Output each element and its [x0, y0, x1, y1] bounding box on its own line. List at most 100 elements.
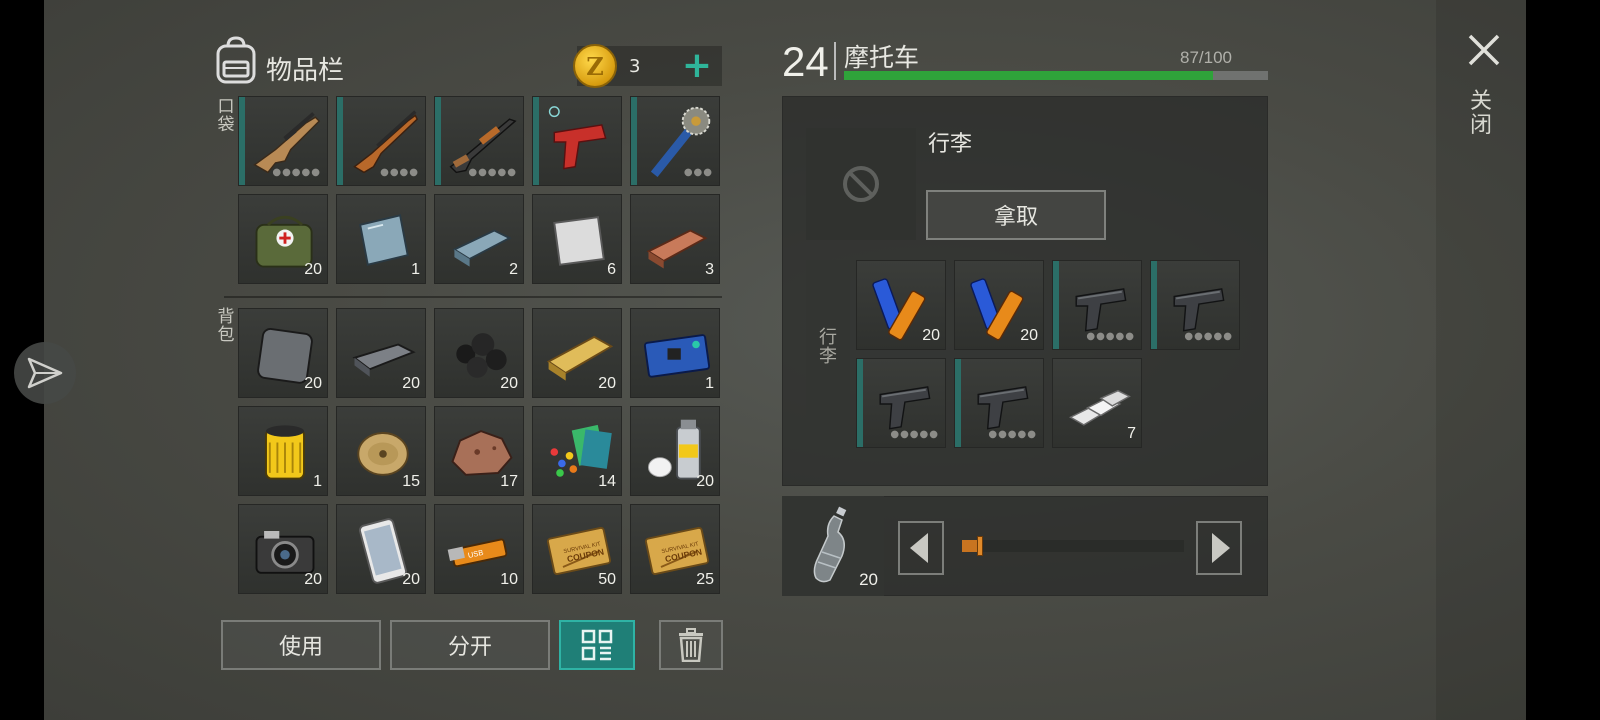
inventory-header: 物品栏 Z 3 +: [210, 34, 722, 90]
pocket-label: 口袋: [217, 97, 235, 135]
glass-sheet-icon: [359, 214, 409, 266]
pocket-slot-flare-gun[interactable]: [532, 96, 622, 186]
arrow-right-icon: [1196, 521, 1242, 575]
pocket-slot-copper-ingot[interactable]: 3: [630, 194, 720, 284]
take-button[interactable]: 拿取: [926, 190, 1106, 240]
cargo-slot-pistol[interactable]: ●●●●●: [954, 358, 1044, 448]
arrow-left-icon: [898, 521, 944, 575]
backpack-slot-smartphone[interactable]: 20: [336, 504, 426, 594]
aluminum-sheet-icon: [553, 216, 605, 266]
item-count: 20: [304, 261, 322, 278]
durability-bar-indicator: [337, 97, 343, 185]
item-count: 20: [922, 327, 940, 344]
backpack-slot-spray-paint[interactable]: 20: [630, 406, 720, 496]
pocket-slot-aluminum-sheet[interactable]: 6: [532, 194, 622, 284]
item-count: 7: [1127, 425, 1136, 442]
slider-handle[interactable]: [976, 536, 983, 556]
backpack-slot-oil-filter[interactable]: 1: [238, 406, 328, 496]
backpack-slot-iron-plate[interactable]: 20: [238, 308, 328, 398]
cargo-slot-pistol[interactable]: ●●●●●: [856, 358, 946, 448]
coin-count: 3: [629, 56, 641, 77]
durability-bar-indicator: [435, 97, 441, 185]
luggage-title: 行李: [928, 132, 973, 157]
durability-text: 87/100: [1180, 48, 1232, 67]
cargo-slot-silver-bars[interactable]: 7: [1052, 358, 1142, 448]
item-count: 6: [607, 261, 616, 278]
close-label[interactable]: 关闭: [1468, 90, 1494, 138]
durability-bar-indicator: [239, 97, 245, 185]
section-divider: [224, 296, 722, 298]
backpack-slot-survival-coupon[interactable]: SURVIVAL KIT COUPON 25: [630, 504, 720, 594]
durability-bar-indicator: [857, 359, 863, 447]
decrease-arrow-button[interactable]: [898, 521, 944, 575]
coin-icon: Z: [573, 44, 617, 88]
item-count: 20: [304, 571, 322, 588]
backpack-slot-camera[interactable]: 20: [238, 504, 328, 594]
circuit-board-icon: [643, 334, 711, 378]
vehicle-name: 摩托车: [844, 43, 920, 72]
level-separator: [834, 42, 836, 80]
pocket-slot-glass-sheet[interactable]: 1: [336, 194, 426, 284]
water-bottle-slot[interactable]: 20: [782, 496, 884, 596]
quantity-slider[interactable]: [962, 536, 1184, 556]
backpack-slot-survival-coupon[interactable]: SURVIVAL KIT COUPON 50: [532, 504, 622, 594]
pocket-slot-scar-rifle[interactable]: ●●●●●: [238, 96, 328, 186]
backpack-slot-ore-rock[interactable]: 17: [434, 406, 524, 496]
backpack-slot-usb-drive[interactable]: USB 10: [434, 504, 524, 594]
item-count: 15: [402, 473, 420, 490]
vehicle-level: 24: [782, 38, 829, 85]
pocket-slot-medical-bag[interactable]: 20: [238, 194, 328, 284]
ammo-indicator: ●●●●●: [988, 429, 1037, 440]
item-count: 50: [598, 571, 616, 588]
cargo-slot-pistol[interactable]: ●●●●●: [1150, 260, 1240, 350]
backpack-slot-plastic-and-paper[interactable]: 14: [532, 406, 622, 496]
item-count: 1: [313, 473, 322, 490]
item-count: 17: [500, 473, 518, 490]
add-coins-button[interactable]: +: [682, 46, 712, 86]
pocket-slot-steel-ingot[interactable]: 2: [434, 194, 524, 284]
coin-counter: Z 3 +: [573, 44, 722, 88]
blocked-icon: [843, 166, 879, 202]
item-count: 20: [696, 473, 714, 490]
cargo-slot-pistol[interactable]: ●●●●●: [1052, 260, 1142, 350]
cargo-slot-batteries[interactable]: 20: [954, 260, 1044, 350]
pocket-slot-pump-shotgun[interactable]: ●●●●●: [434, 96, 524, 186]
ammo-indicator: ●●●●●: [272, 167, 321, 178]
flare-gun-icon: [548, 106, 607, 170]
increase-arrow-button[interactable]: [1196, 521, 1242, 575]
backpack-icon: [216, 36, 256, 84]
silver-bars-icon: [1068, 389, 1131, 426]
backpack-slot-wood-plank[interactable]: 20: [532, 308, 622, 398]
luggage-slot[interactable]: [806, 128, 916, 240]
trash-icon: [679, 628, 703, 662]
inventory-title: 物品栏: [266, 56, 345, 86]
sort-button[interactable]: [559, 620, 635, 670]
backpack-slot-circuit-board[interactable]: 1: [630, 308, 720, 398]
backpack-slot-wire-spool[interactable]: 15: [336, 406, 426, 496]
split-button[interactable]: 分开: [390, 620, 550, 670]
item-count: 10: [500, 571, 518, 588]
send-button[interactable]: [14, 342, 76, 404]
cargo-slot-batteries[interactable]: 20: [856, 260, 946, 350]
backpack-label: 背包: [217, 307, 235, 345]
pocket-slot-saw-mace[interactable]: ●●●: [630, 96, 720, 186]
durability-bar-indicator: [955, 359, 961, 447]
use-button[interactable]: 使用: [221, 620, 381, 670]
backpack-slot-coal[interactable]: 20: [434, 308, 524, 398]
water-bottle-icon: [813, 506, 847, 583]
item-count: 2: [509, 261, 518, 278]
send-icon: [27, 357, 63, 389]
delete-button[interactable]: [659, 620, 723, 670]
ammo-indicator: ●●●●●: [1086, 331, 1135, 342]
close-button[interactable]: [1464, 30, 1504, 70]
item-count: 20: [500, 375, 518, 392]
durability-bar-indicator: [1053, 261, 1059, 349]
pocket-slot-dragunov-rifle[interactable]: ●●●●: [336, 96, 426, 186]
item-count: 20: [1020, 327, 1038, 344]
ammo-indicator: ●●●●●: [1184, 331, 1233, 342]
water-bottle-count: 20: [859, 570, 878, 589]
backpack-slot-iron-bar[interactable]: 20: [336, 308, 426, 398]
item-count: 1: [411, 261, 420, 278]
oil-filter-icon: [265, 425, 305, 480]
steel-ingot-icon: [452, 229, 512, 267]
